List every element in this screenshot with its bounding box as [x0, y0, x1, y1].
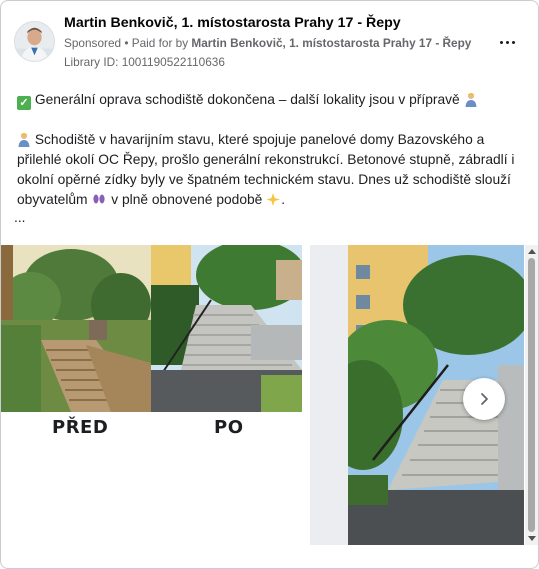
sponsored-line: Sponsored • Paid for by Martin Benkovič,…: [64, 36, 471, 50]
see-more-ellipsis[interactable]: ...: [14, 210, 26, 225]
more-options-button[interactable]: [495, 31, 519, 53]
carousel-card-1[interactable]: PŘED PO: [1, 245, 302, 545]
chevron-right-icon: [481, 393, 488, 405]
author-name[interactable]: Martin Benkovič, 1. místostarosta Prahy …: [64, 15, 401, 31]
ad-card: Martin Benkovič, 1. místostarosta Prahy …: [0, 0, 539, 569]
paid-for-prefix: • Paid for by: [121, 36, 192, 50]
vertical-scrollbar[interactable]: [525, 245, 538, 545]
body-text-2: v plně obnovené podobě: [107, 192, 267, 207]
before-photo: [1, 245, 151, 412]
worker-icon: [18, 133, 30, 147]
footprints-icon: [93, 194, 105, 204]
after-photo: [151, 245, 302, 412]
more-horizontal-icon: [499, 40, 503, 44]
worker-icon: [465, 93, 477, 107]
headline-text: Generální oprava schodiště dokončena – d…: [31, 92, 464, 107]
check-mark-icon: ✓: [17, 96, 31, 110]
scroll-thumb[interactable]: [528, 258, 535, 532]
before-label: PŘED: [52, 417, 109, 438]
image-carousel: PŘED PO: [1, 245, 538, 545]
sparkles-icon: [266, 193, 281, 206]
sponsored-label: Sponsored: [64, 36, 122, 50]
author-avatar[interactable]: [14, 21, 55, 62]
library-id: Library ID: 1001190522110636: [64, 55, 225, 69]
scroll-up-arrow[interactable]: [525, 245, 538, 258]
post-body: Schodiště v havarijním stavu, které spoj…: [17, 130, 525, 210]
after-label: PO: [214, 417, 244, 438]
carousel-next-button[interactable]: [463, 378, 505, 420]
paid-for-by-link[interactable]: Martin Benkovič, 1. místostarosta Prahy …: [191, 36, 471, 50]
body-text-end: .: [281, 192, 286, 207]
post-headline: ✓ Generální oprava schodiště dokončena –…: [17, 90, 525, 110]
carousel-divider: [310, 245, 348, 545]
scroll-down-arrow[interactable]: [525, 532, 538, 545]
